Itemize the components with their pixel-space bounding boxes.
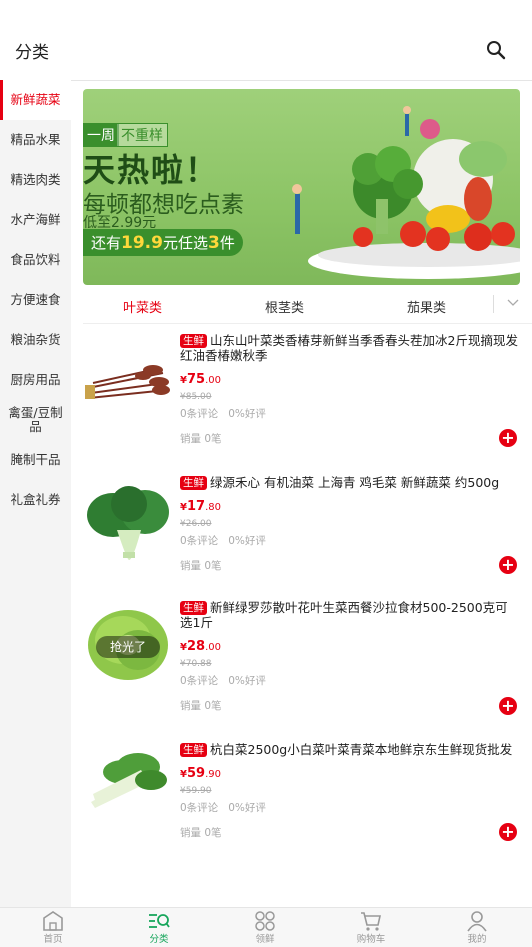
product-item[interactable]: 生鲜 杭白菜2500g小白菜叶菜青菜本地鲜京东生鲜现货批发 ¥59.90 ¥59.… — [83, 742, 532, 864]
add-to-cart-button[interactable]: + — [499, 823, 517, 841]
product-price: ¥17.80 — [180, 499, 221, 514]
sidebar-item-meat[interactable]: 精选肉类 — [0, 160, 71, 200]
sidebar-item-food-drinks[interactable]: 食品饮料 — [0, 240, 71, 280]
sidebar-item-fruits[interactable]: 精品水果 — [0, 120, 71, 160]
cart-icon — [361, 912, 381, 931]
fresh-icon — [255, 911, 275, 931]
product-sales: 销量 0笔 — [180, 560, 222, 572]
original-price: ¥59.90 — [180, 786, 212, 796]
product-image — [87, 486, 169, 560]
sidebar-item-grain-oil[interactable]: 粮油杂货 — [0, 320, 71, 360]
tab-fruit-veg[interactable]: 茄果类 — [407, 297, 446, 316]
subcategory-tabs: 叶菜类 根茎类 茄果类 — [83, 287, 532, 324]
product-reviews: 0条评论 0%好评 — [180, 802, 266, 814]
banner-promo-pill: 还有19.9元任选3件 — [83, 229, 243, 256]
tabs-divider — [493, 295, 494, 313]
tab-mine[interactable]: 我的 — [424, 908, 530, 947]
product-reviews: 0条评论 0%好评 — [180, 408, 266, 420]
sidebar-item-vegetables[interactable]: 新鲜蔬菜 — [0, 80, 71, 120]
tab-root[interactable]: 根茎类 — [265, 297, 304, 316]
product-sales: 销量 0笔 — [180, 700, 222, 712]
tab-fresh[interactable]: 领鲜 — [212, 908, 318, 947]
tab-leafy[interactable]: 叶菜类 — [123, 297, 162, 316]
add-to-cart-button[interactable]: + — [499, 429, 517, 447]
sidebar-item-eggs-tofu[interactable]: 禽蛋/豆制品 — [0, 400, 71, 440]
product-name[interactable]: 生鲜 杭白菜2500g小白菜叶菜青菜本地鲜京东生鲜现货批发 — [180, 742, 518, 757]
original-price: ¥85.00 — [180, 392, 212, 402]
chevron-down-icon[interactable] — [507, 299, 519, 307]
product-item[interactable]: 生鲜 绿源禾心 有机油菜 上海青 鸡毛菜 新鲜蔬菜 约500g ¥17.80 ¥2… — [83, 475, 532, 597]
product-name[interactable]: 生鲜 山东山叶菜类香椿芽新鲜当季香春头茬加冰2斤现摘现发红油香椿嫩秋季 — [180, 333, 518, 363]
user-icon — [467, 911, 487, 932]
sidebar-item-seafood[interactable]: 水产海鲜 — [0, 200, 71, 240]
product-info: 生鲜 绿源禾心 有机油菜 上海青 鸡毛菜 新鲜蔬菜 约500g ¥17.80 ¥2… — [180, 475, 518, 573]
product-sales: 销量 0笔 — [180, 827, 222, 839]
original-price: ¥70.88 — [180, 659, 212, 669]
product-name[interactable]: 生鲜 绿源禾心 有机油菜 上海青 鸡毛菜 新鲜蔬菜 约500g — [180, 475, 518, 490]
product-item[interactable]: 抢光了 生鲜 新鲜绿罗莎散叶花叶生菜西餐沙拉食材500-2500克可选1斤 ¥28… — [83, 600, 532, 722]
tab-cart[interactable]: 购物车 — [318, 908, 424, 947]
banner-tag-week: 一周 — [83, 123, 119, 147]
product-price: ¥28.00 — [180, 639, 221, 654]
product-reviews: 0条评论 0%好评 — [180, 675, 266, 687]
fresh-badge: 生鲜 — [180, 476, 207, 490]
sidebar-item-instant-food[interactable]: 方便速食 — [0, 280, 71, 320]
product-image — [85, 365, 170, 399]
add-to-cart-button[interactable]: + — [499, 697, 517, 715]
add-to-cart-button[interactable]: + — [499, 556, 517, 574]
banner-tag-variety: 不重样 — [116, 123, 168, 147]
search-icon[interactable] — [486, 40, 506, 60]
sidebar-item-pickled-dried[interactable]: 腌制干品 — [0, 440, 71, 480]
category-icon — [149, 914, 170, 928]
sold-out-label: 抢光了 — [96, 636, 160, 658]
tab-category[interactable]: 分类 — [106, 908, 212, 947]
fresh-badge: 生鲜 — [180, 334, 207, 348]
home-icon — [43, 911, 63, 931]
category-sidebar: 新鲜蔬菜 精品水果 精选肉类 水产海鲜 食品饮料 方便速食 粮油杂货 厨房用品 … — [0, 80, 71, 907]
product-price: ¥75.00 — [180, 372, 221, 387]
original-price: ¥26.00 — [180, 519, 212, 529]
product-sales: 销量 0笔 — [180, 433, 222, 445]
product-reviews: 0条评论 0%好评 — [180, 535, 266, 547]
bottom-tab-bar: 首页 分类 领鲜 购物车 我的 — [0, 907, 532, 947]
product-image — [91, 753, 167, 808]
sidebar-item-gift-box[interactable]: 礼盒礼券 — [0, 480, 71, 520]
page-title: 分类 — [15, 43, 49, 63]
product-name[interactable]: 生鲜 新鲜绿罗莎散叶花叶生菜西餐沙拉食材500-2500克可选1斤 — [180, 600, 518, 630]
product-info: 生鲜 山东山叶菜类香椿芽新鲜当季香春头茬加冰2斤现摘现发红油香椿嫩秋季 ¥75.0… — [180, 333, 518, 446]
tab-home[interactable]: 首页 — [0, 908, 106, 947]
product-info: 生鲜 杭白菜2500g小白菜叶菜青菜本地鲜京东生鲜现货批发 ¥59.90 ¥59.… — [180, 742, 518, 840]
header-bar: 分类 — [0, 0, 532, 81]
product-price: ¥59.90 — [180, 766, 221, 781]
product-info: 生鲜 新鲜绿罗莎散叶花叶生菜西餐沙拉食材500-2500克可选1斤 ¥28.00 … — [180, 600, 518, 713]
product-item[interactable]: 生鲜 山东山叶菜类香椿芽新鲜当季香春头茬加冰2斤现摘现发红油香椿嫩秋季 ¥75.0… — [83, 333, 532, 455]
sidebar-item-kitchen[interactable]: 厨房用品 — [0, 360, 71, 400]
fresh-badge: 生鲜 — [180, 601, 207, 615]
fresh-badge: 生鲜 — [180, 743, 207, 757]
promo-banner[interactable]: 一周 不重样 天热啦！ 每顿都想吃点素 低至2.99元 还有19.9元任选3件 — [83, 89, 520, 285]
